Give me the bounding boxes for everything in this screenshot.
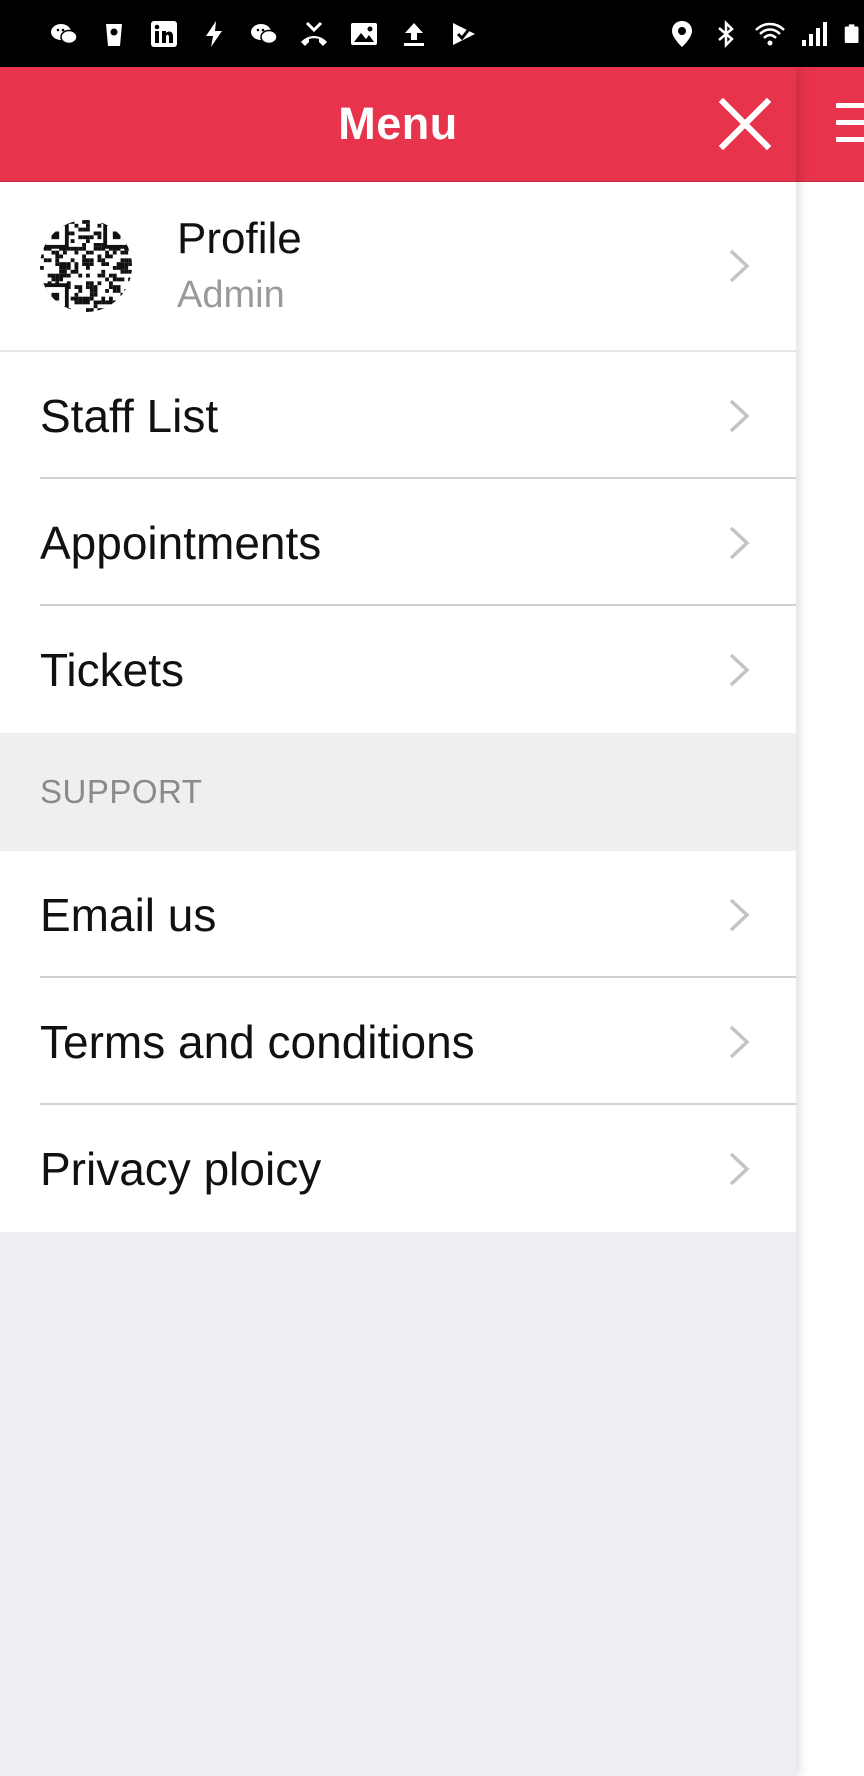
notification-icons: [48, 18, 498, 50]
drawer-title: Menu: [338, 98, 458, 149]
chevron-right-icon: [722, 246, 756, 286]
navigation-drawer: Menu Profile Admin Staff List Appointmen…: [0, 67, 796, 1776]
menu-item-label: Terms and conditions: [40, 1015, 475, 1068]
image-icon: [348, 18, 380, 50]
menu-item-staff-list[interactable]: Staff List: [0, 352, 796, 479]
chevron-right-icon: [722, 1149, 756, 1189]
chevron-right-icon: [722, 396, 756, 436]
signal-icon: [798, 18, 830, 50]
status-bar: [0, 0, 864, 67]
menu-item-terms[interactable]: Terms and conditions: [0, 978, 796, 1105]
chevron-right-icon: [722, 650, 756, 690]
main-menu: Profile Admin Staff List Appointments Ti…: [0, 182, 796, 733]
hamburger-menu-icon[interactable]: [836, 103, 864, 147]
support-menu: Email us Terms and conditions Privacy pl…: [0, 851, 796, 1232]
section-header-support: SUPPORT: [0, 733, 796, 851]
menu-item-label: Email us: [40, 888, 217, 941]
menu-item-appointments[interactable]: Appointments: [0, 479, 796, 606]
close-button[interactable]: [714, 93, 776, 155]
menu-item-label: Privacy ploicy: [40, 1142, 322, 1195]
location-icon: [666, 18, 698, 50]
chevron-right-icon: [722, 895, 756, 935]
wechat-icon: [248, 18, 280, 50]
battery-icon: [842, 18, 864, 50]
close-icon: [718, 97, 772, 151]
upload-icon: [398, 18, 430, 50]
bluetooth-icon: [710, 18, 742, 50]
wechat-icon: [48, 18, 80, 50]
profile-role: Admin: [177, 274, 285, 316]
check-icon: [448, 18, 480, 50]
menu-item-label: Staff List: [40, 389, 219, 442]
menu-item-email-us[interactable]: Email us: [0, 851, 796, 978]
drawer-header: Menu: [0, 67, 796, 182]
menu-item-label: Tickets: [40, 643, 184, 696]
profile-item[interactable]: Profile Admin: [0, 182, 796, 352]
menu-item-privacy-policy[interactable]: Privacy ploicy: [0, 1105, 796, 1232]
missed-call-icon: [298, 18, 330, 50]
linkedin-icon: [148, 18, 180, 50]
chevron-right-icon: [722, 1022, 756, 1062]
profile-name: Profile: [177, 214, 302, 263]
menu-item-tickets[interactable]: Tickets: [0, 606, 796, 733]
section-label: SUPPORT: [40, 773, 203, 810]
qr-code-avatar: [40, 220, 132, 312]
menu-item-label: Appointments: [40, 516, 322, 569]
background-page-content: [796, 182, 864, 1776]
flash-icon: [198, 18, 230, 50]
wifi-icon: [754, 18, 786, 50]
background-page-header: [796, 67, 864, 182]
system-icons: [654, 18, 864, 50]
cup-icon: [98, 18, 130, 50]
profile-text: Profile Admin: [177, 212, 302, 320]
chevron-right-icon: [722, 523, 756, 563]
